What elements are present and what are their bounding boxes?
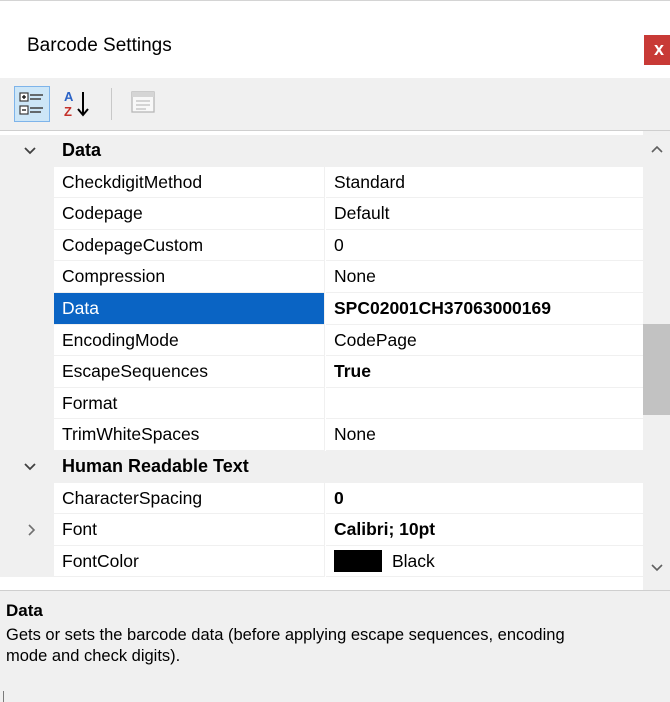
property-value[interactable]: Calibri; 10pt [326,514,643,546]
color-swatch [334,549,382,572]
row-gutter [0,261,54,293]
property-name: Format [54,387,325,420]
property-name: Compression [54,261,325,293]
svg-text:A: A [64,89,74,104]
scroll-down-arrow-icon[interactable] [649,562,665,574]
property-value[interactable]: None [326,419,643,451]
property-name: FontColor [54,545,325,578]
property-row-font[interactable]: Font Calibri; 10pt [0,514,643,546]
row-gutter [0,545,54,578]
category-label: Data [62,140,102,160]
vertical-scrollbar[interactable] [643,131,670,590]
property-row-data[interactable]: Data SPC02001CH37063000169 [0,293,643,325]
property-row-format[interactable]: Format [0,387,643,420]
property-value[interactable]: None [326,261,643,293]
property-name: CodepageCustom [54,229,325,262]
property-value[interactable]: Standard [326,167,643,199]
close-button[interactable]: x [644,35,670,65]
property-name: Codepage [54,198,325,230]
property-name: CheckdigitMethod [54,166,325,199]
property-value[interactable]: True [326,356,643,388]
help-panel: Data Gets or sets the barcode data (befo… [0,590,670,702]
row-gutter [0,229,54,262]
property-row-codepagecustom[interactable]: CodepageCustom 0 [0,229,643,262]
window-title: Barcode Settings [27,35,172,56]
property-row-compression[interactable]: Compression None [0,261,643,293]
row-gutter [0,482,54,515]
toolbar: A Z [0,78,670,130]
property-name: TrimWhiteSpaces [54,419,325,451]
property-value-color[interactable]: Black [326,546,643,578]
category-human-readable-text[interactable]: Human Readable Text [0,451,643,483]
chevron-down-icon[interactable] [20,141,40,161]
row-gutter [0,166,54,199]
property-name-selected: Data [54,293,325,325]
chevron-right-icon[interactable] [24,522,40,538]
category-data[interactable]: Data [0,135,643,167]
property-row-encodingmode[interactable]: EncodingMode CodePage [0,324,643,357]
property-value[interactable] [326,388,643,420]
alphabetical-sort-button[interactable]: A Z [60,86,96,122]
property-value[interactable]: 0 [326,230,643,262]
row-gutter [0,293,54,325]
property-pages-icon [131,91,155,113]
property-name: EscapeSequences [54,356,325,388]
color-name: Black [392,550,435,571]
row-gutter [0,387,54,420]
property-value[interactable]: CodePage [326,325,643,357]
row-gutter [0,198,54,230]
row-gutter [0,356,54,388]
row-gutter [0,324,54,357]
scroll-up-arrow-icon[interactable] [649,143,665,155]
row-gutter [0,514,54,546]
scrollbar-thumb[interactable] [643,324,670,415]
title-bar: Barcode Settings x [0,0,670,78]
property-row-checkdigitmethod[interactable]: CheckdigitMethod Standard [0,166,643,199]
category-label: Human Readable Text [62,456,249,476]
alphabetical-sort-icon: A Z [64,89,89,119]
property-value[interactable]: Default [326,198,643,230]
toolbar-separator [111,88,112,120]
help-description: Gets or sets the barcode data (before ap… [6,626,565,665]
property-row-characterspacing[interactable]: CharacterSpacing 0 [0,482,643,515]
property-value[interactable]: SPC02001CH37063000169 [326,293,643,325]
property-row-escapesequences[interactable]: EscapeSequences True [0,356,643,388]
chevron-down-icon[interactable] [20,457,40,477]
property-value[interactable]: 0 [326,483,643,515]
svg-text:Z: Z [64,104,72,119]
property-name: EncodingMode [54,324,325,357]
row-gutter [0,419,54,451]
property-name: CharacterSpacing [54,482,325,515]
help-title: Data [6,601,43,620]
property-row-trimwhitespaces[interactable]: TrimWhiteSpaces None [0,419,643,451]
property-grid: Data CheckdigitMethod Standard Codepage … [0,130,670,590]
categorized-view-icon [19,92,43,115]
property-pages-button[interactable] [126,86,162,122]
categorized-view-button[interactable] [14,86,50,122]
help-resize-edge [3,691,4,702]
property-row-codepage[interactable]: Codepage Default [0,198,643,230]
property-name: Font [54,514,325,546]
property-row-fontcolor[interactable]: FontColor Black [0,545,643,578]
